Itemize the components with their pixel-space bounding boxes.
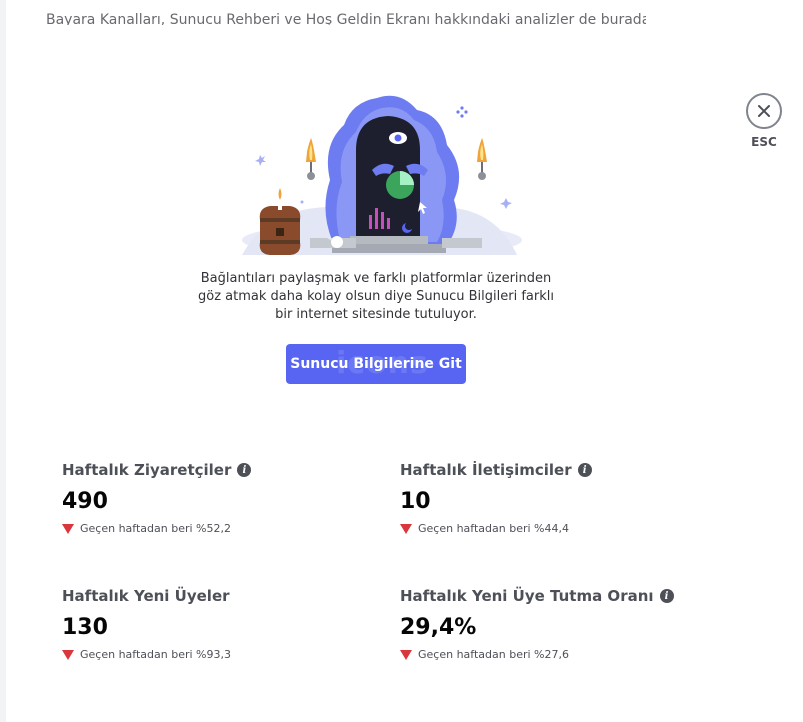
stat-title: Haftalık Yeni Üyeler: [62, 587, 230, 605]
info-icon[interactable]: i: [577, 463, 592, 477]
stat-weekly-retention: Haftalık Yeni Üye Tutma Oranı i 29,4% Ge…: [400, 587, 720, 661]
stat-weekly-new-members: Haftalık Yeni Üyeler 130 Geçen haftadan …: [62, 587, 382, 661]
server-info-button-label: Sunucu Bilgilerine Git: [290, 356, 462, 372]
trend-down-icon: [62, 523, 74, 534]
stat-change: Geçen haftadan beri %52,2: [80, 522, 231, 535]
close-icon: [758, 105, 770, 117]
trend-down-icon: [400, 649, 412, 660]
stat-title: Haftalık Yeni Üye Tutma Oranı: [400, 587, 654, 605]
sidebar-edge: [0, 0, 6, 722]
stat-change: Geçen haftadan beri %27,6: [418, 648, 569, 661]
stat-value: 10: [400, 489, 431, 514]
server-info-button[interactable]: icons Sunucu Bilgilerine Git: [286, 344, 466, 384]
stat-change: Geçen haftadan beri %93,3: [80, 648, 231, 661]
stat-title: Haftalık Ziyaretçiler: [62, 461, 232, 479]
intro-text: Bayara Kanalları, Sunucu Rehberi ve Hoş …: [46, 12, 646, 25]
stat-change: Geçen haftadan beri %44,4: [418, 522, 569, 535]
info-icon[interactable]: i: [237, 463, 252, 477]
stat-value: 490: [62, 489, 108, 514]
stat-value: 130: [62, 615, 108, 640]
portal-illustration: [242, 95, 522, 255]
promo-description: Bağlantıları paylaşmak ve farklı platfor…: [198, 271, 554, 322]
stat-weekly-visitors: Haftalık Ziyaretçiler i 490 Geçen haftad…: [62, 461, 382, 535]
stat-title: Haftalık İletişimciler: [400, 461, 572, 479]
info-icon[interactable]: i: [659, 589, 674, 603]
trend-down-icon: [62, 649, 74, 660]
stat-weekly-communicators: Haftalık İletişimciler i 10 Geçen haftad…: [400, 461, 720, 535]
close-control[interactable]: ESC: [746, 93, 782, 149]
trend-down-icon: [400, 523, 412, 534]
esc-label: ESC: [751, 135, 777, 149]
stat-value: 29,4%: [400, 615, 477, 640]
close-button[interactable]: [746, 93, 782, 129]
